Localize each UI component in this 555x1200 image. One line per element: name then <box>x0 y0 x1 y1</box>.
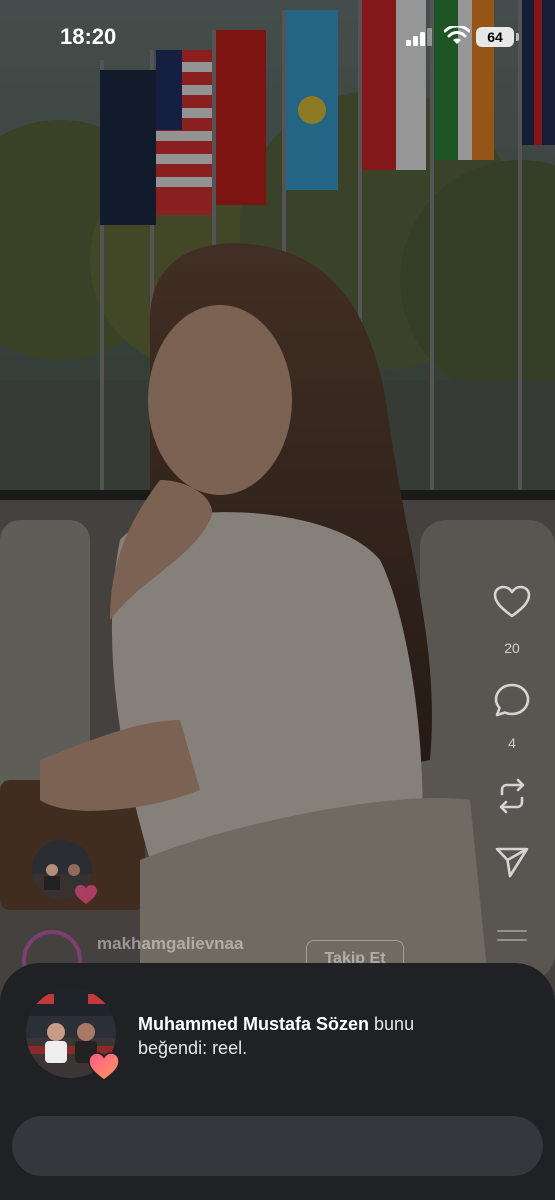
heart-gradient-icon <box>88 1052 120 1081</box>
comment-bubble-icon <box>494 683 530 717</box>
wifi-icon <box>444 26 470 44</box>
battery-tip <box>516 33 519 41</box>
comment-count: 4 <box>508 735 516 751</box>
status-bar: 18:20 64 <box>0 0 555 70</box>
notification-message[interactable]: Muhammed Mustafa Sözen bunu beğendi: ree… <box>138 1012 518 1060</box>
notification-username: Muhammed Mustafa Sözen <box>138 1014 370 1034</box>
cellular-signal-icon <box>406 28 432 46</box>
remix-button[interactable] <box>488 777 536 820</box>
heart-badge-icon <box>75 885 97 904</box>
notification-action-2: beğendi: reel. <box>138 1038 248 1058</box>
author-username[interactable]: makhamgalievnaa <box>97 934 243 954</box>
send-paper-plane-icon <box>495 847 529 878</box>
reel-action-rail: 20 4 <box>488 585 536 885</box>
share-button[interactable] <box>488 844 536 885</box>
like-button[interactable] <box>488 585 536 624</box>
comment-button[interactable] <box>488 682 536 723</box>
repost-icon <box>499 778 525 814</box>
more-options-icon[interactable] <box>497 930 527 948</box>
status-time: 18:20 <box>60 24 117 49</box>
message-input[interactable] <box>12 1116 543 1176</box>
notification-action: bunu <box>369 1014 415 1034</box>
battery-indicator: 64 <box>476 27 514 47</box>
heart-outline-icon <box>493 585 531 618</box>
like-count: 20 <box>504 640 520 656</box>
